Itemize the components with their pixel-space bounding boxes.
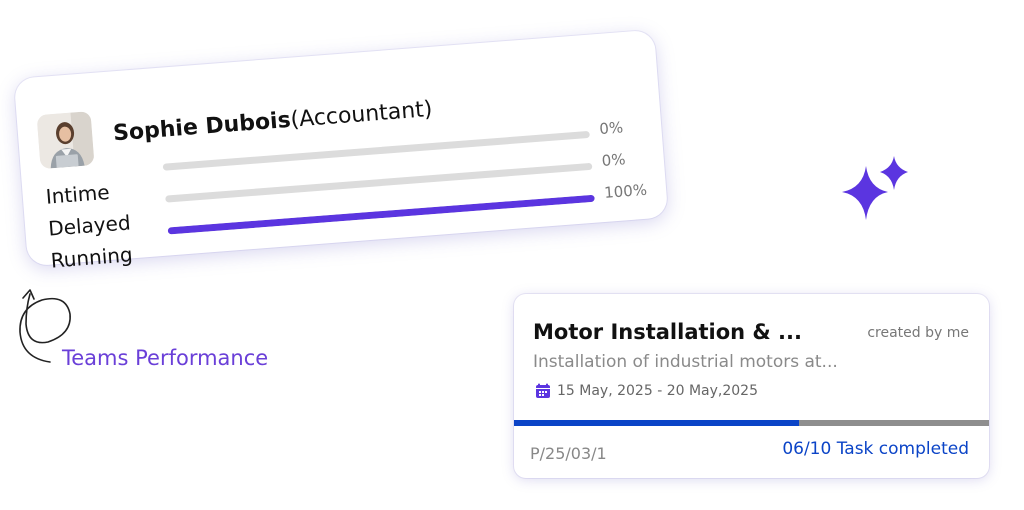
metric-label-running: Running (49, 242, 134, 273)
percent-intime: 0% (598, 118, 624, 139)
progress-bar-delayed (165, 162, 593, 203)
employee-name: Sophie Dubois(Accountant) (112, 97, 433, 146)
percent-running: 100% (603, 180, 648, 202)
date-range-text: 15 May, 2025 - 20 May,2025 (557, 383, 758, 399)
avatar (36, 111, 95, 170)
avatar-photo-icon (36, 111, 95, 170)
progress-fill-running (167, 194, 595, 235)
calendar-icon (536, 383, 550, 398)
project-progress-fill (514, 420, 799, 426)
progress-fill-intime (162, 163, 164, 171)
project-progress-bar (514, 420, 989, 426)
percent-delayed: 0% (601, 150, 627, 171)
performance-card: Sophie Dubois(Accountant) Intime Delayed… (13, 29, 669, 273)
employee-name-text: Sophie Dubois (112, 107, 292, 147)
task-completed-status[interactable]: 06/10 Task completed (782, 439, 969, 459)
teams-performance-caption: Teams Performance (62, 346, 269, 370)
sparkle-icon (842, 156, 908, 220)
date-range-row: 15 May, 2025 - 20 May,2025 (535, 383, 758, 399)
project-card[interactable]: Motor Installation & ... created by me I… (514, 294, 989, 478)
project-code: P/25/03/1 (530, 444, 607, 463)
created-by-label: created by me (867, 325, 969, 341)
progress-bar-running (167, 194, 595, 235)
employee-role: (Accountant) (289, 96, 434, 133)
project-title[interactable]: Motor Installation & ... (533, 320, 802, 344)
project-description: Installation of industrial motors at... (533, 352, 838, 372)
metric-label-intime: Intime (44, 179, 111, 209)
metric-label-delayed: Delayed (47, 210, 132, 241)
progress-fill-delayed (165, 195, 166, 203)
